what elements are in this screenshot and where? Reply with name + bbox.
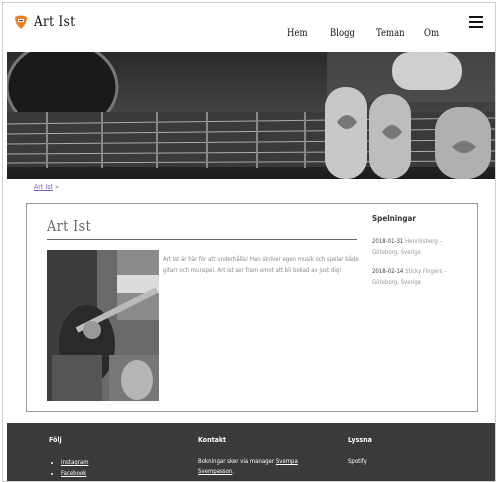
footer-contact-heading: Kontakt: [198, 436, 227, 444]
nav-hem[interactable]: Hem: [287, 28, 308, 39]
menu-icon[interactable]: [469, 16, 483, 28]
facebook-link[interactable]: Facebook: [61, 468, 88, 479]
breadcrumb-separator: »: [54, 183, 59, 191]
nav-teman[interactable]: Teman: [376, 28, 405, 39]
gigs-heading: Spelningar: [372, 214, 416, 223]
artist-photo: [47, 250, 159, 401]
footer-listen-heading: Lyssna: [348, 436, 372, 444]
spotify-link[interactable]: Spotify: [348, 457, 367, 467]
contact-sentence: Bokningar sker via manager: [198, 458, 275, 465]
nav-blogg[interactable]: Blogg: [330, 28, 355, 39]
breadcrumb-link[interactable]: Art Ist: [34, 183, 53, 191]
title-divider: [47, 239, 357, 240]
social-links: Instagram Facebook: [49, 457, 88, 479]
nav-om[interactable]: Om: [424, 28, 439, 39]
gig-item: 2018-01-31 Henriksberg – Göteborg, Sveri…: [372, 236, 462, 258]
gig-date: 2018-02-14: [372, 268, 404, 275]
breadcrumb: Art Ist »: [34, 183, 59, 191]
artist-bio: Art Ist är här för att underhålla! Han s…: [163, 256, 359, 274]
contact-text: Bokningar sker via manager Svempa Svempa…: [198, 457, 308, 477]
page-title: Art Ist: [47, 217, 92, 235]
gig-date: 2018-01-31: [372, 238, 404, 245]
footer-follow-heading: Följ: [49, 436, 62, 444]
browser-frame: Art Ist Hem Blogg Teman Om Art Ist » Art…: [2, 2, 496, 482]
gig-item: 2018-02-14 Sticky Fingers – Göteborg, Sv…: [372, 266, 462, 288]
instagram-link[interactable]: Instagram: [61, 457, 88, 468]
content-card: Art Ist Art Ist är här för att underhåll…: [26, 203, 478, 412]
site-footer: Följ Instagram Facebook Kontakt Bokninga…: [7, 423, 495, 481]
hero-image: [7, 52, 495, 179]
guitar-pick-logo-icon[interactable]: [13, 14, 29, 30]
contact-end: .: [232, 468, 235, 475]
site-title[interactable]: Art Ist: [34, 14, 75, 30]
site-header: Art Ist Hem Blogg Teman Om: [3, 3, 495, 51]
